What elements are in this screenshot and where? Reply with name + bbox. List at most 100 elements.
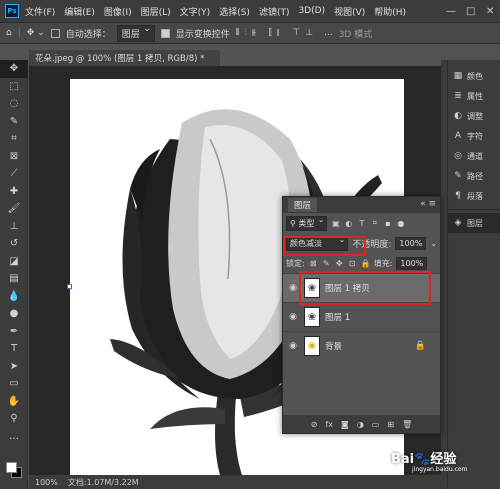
layers-footer: ⊘ fx ◙ ◑ ▭ ⊞ 🗑 [283, 415, 440, 433]
panel-properties[interactable]: ≣ 属性 [448, 86, 500, 106]
panel-separator [448, 209, 500, 210]
filter-kind-label: 类型 [298, 218, 315, 228]
menu-edit[interactable]: 编辑(E) [64, 5, 95, 18]
tool-bar: ✥ ⬚ ◌ ✎ ⌗ ⊠ ⟋ ✚ 🖌 ⊥ ↺ ◪ ▤ 💧 ● ✒ T ➤ ▭ ✋ … [0, 60, 28, 489]
lock-artboard-icon[interactable]: ⊡ [348, 259, 357, 268]
panel-adjust-label: 调整 [467, 111, 483, 121]
menu-view[interactable]: 视图(V) [334, 5, 365, 18]
lock-transparent-icon[interactable]: ⊠ [309, 259, 318, 268]
rectangle-tool-icon[interactable]: ▭ [0, 375, 28, 393]
frame-tool-icon[interactable]: ⊠ [0, 148, 28, 166]
adjustment-layer-icon[interactable]: ◑ [357, 420, 364, 429]
panel-character-label: 字符 [467, 131, 483, 141]
channels-icon: ◎ [454, 151, 462, 161]
move-tool-icon[interactable]: ✥ [0, 60, 28, 78]
lock-position-icon[interactable]: ✥ [335, 259, 344, 268]
brush-tool-icon[interactable]: 🖌 [0, 200, 28, 218]
layers-panel: 图层 « ≡ ⚲ 类型 ▣ ◐ T ⌗ ▪ ● 颜色减淡 不透明度: 100% … [282, 196, 441, 434]
type-filter-icon[interactable]: T [357, 219, 366, 228]
add-mask-icon[interactable]: ◙ [341, 420, 349, 429]
panel-layers[interactable]: ◈ 图层 [448, 213, 500, 233]
options-bar: ⌂ | ✥ ⌄ 自动选择： 图层 显示变换控件 ⫴⫶⫵ ⫿⫾ ⊤⊥ ... 3D… [0, 22, 500, 44]
menu-select[interactable]: 选择(S) [219, 5, 250, 18]
type-tool-icon[interactable]: T [0, 340, 28, 358]
smart-object-filter-icon[interactable]: ▪ [383, 219, 392, 228]
tab-layers[interactable]: 图层 [288, 198, 318, 212]
hand-tool-icon[interactable]: ✋ [0, 393, 28, 411]
lock-all-icon[interactable]: 🔒 [361, 259, 371, 268]
document-tab[interactable]: 花朵.jpeg @ 100% (图层 1 拷贝, RGB/8) * [29, 50, 220, 66]
crop-tool-icon[interactable]: ⌗ [0, 130, 28, 148]
link-layers-icon[interactable]: ⊘ [311, 420, 318, 429]
layer-lock-icon: 🔒 [414, 341, 426, 351]
auto-select-checkbox[interactable] [50, 28, 60, 38]
adjustment-filter-icon[interactable]: ◐ [344, 219, 353, 228]
visibility-eye-icon[interactable]: ◉ [287, 312, 299, 322]
quick-select-tool-icon[interactable]: ✎ [0, 113, 28, 131]
lock-image-icon[interactable]: ✎ [322, 259, 331, 268]
layer-row[interactable]: ◉ ❀ 图层 1 [283, 302, 440, 331]
align-icons[interactable]: ⫴⫶⫵ ⫿⫾ ⊤⊥ [236, 28, 318, 38]
panel-channels[interactable]: ◎ 通道 [448, 146, 500, 166]
filter-toggle-icon[interactable]: ● [396, 219, 405, 228]
new-layer-icon[interactable]: ⊞ [387, 420, 394, 429]
more-tools-icon[interactable]: … [0, 428, 28, 446]
healing-brush-tool-icon[interactable]: ✚ [0, 183, 28, 201]
blur-tool-icon[interactable]: 💧 [0, 288, 28, 306]
layer-style-icon[interactable]: fx [325, 420, 333, 429]
close-button[interactable]: ✕ [486, 0, 494, 22]
pixel-filter-icon[interactable]: ▣ [331, 219, 340, 228]
document-info[interactable]: 文档:1.07M/3.22M [68, 477, 139, 488]
path-select-tool-icon[interactable]: ➤ [0, 358, 28, 376]
gradient-tool-icon[interactable]: ▤ [0, 270, 28, 288]
zoom-tool-icon[interactable]: ⚲ [0, 410, 28, 428]
photoshop-logo-icon: Ps [5, 4, 19, 18]
layers-panel-header: 图层 « ≡ [283, 197, 440, 213]
show-transform-checkbox[interactable] [160, 28, 170, 38]
foreground-color-swatch[interactable] [6, 462, 17, 473]
paragraph-icon: ¶ [455, 191, 461, 201]
minimize-button[interactable]: — [446, 0, 456, 22]
menu-filter[interactable]: 滤镜(T) [259, 5, 290, 18]
fill-input[interactable]: 100% [396, 256, 428, 270]
layer-row[interactable]: ◉ ❀ 背景 🔒 [283, 331, 440, 360]
menu-file[interactable]: 文件(F) [25, 5, 55, 18]
maximize-button[interactable]: □ [466, 0, 475, 22]
marquee-tool-icon[interactable]: ⬚ [0, 78, 28, 96]
shape-filter-icon[interactable]: ⌗ [370, 218, 379, 228]
panel-paragraph[interactable]: ¶ 段落 [448, 186, 500, 206]
lasso-tool-icon[interactable]: ◌ [0, 95, 28, 113]
panel-paths[interactable]: ✎ 路径 [448, 166, 500, 186]
layer-copy-highlight [299, 271, 431, 305]
filter-kind-dropdown[interactable]: ⚲ 类型 [286, 215, 328, 231]
history-brush-tool-icon[interactable]: ↺ [0, 235, 28, 253]
menu-type[interactable]: 文字(Y) [180, 5, 211, 18]
opacity-slider-icon[interactable]: ⌄ [430, 239, 437, 248]
visibility-eye-icon[interactable]: ◉ [287, 283, 299, 293]
dodge-tool-icon[interactable]: ● [0, 305, 28, 323]
panel-color[interactable]: ▦ 颜色 [448, 66, 500, 86]
zoom-level[interactable]: 100% [35, 478, 58, 487]
move-tool-icon[interactable]: ✥ ⌄ [27, 28, 45, 38]
delete-layer-icon[interactable]: 🗑 [402, 420, 412, 429]
opacity-input[interactable]: 100% [395, 236, 427, 250]
menu-help[interactable]: 帮助(H) [374, 5, 406, 18]
menu-layer[interactable]: 图层(L) [141, 5, 171, 18]
pen-tool-icon[interactable]: ✒ [0, 323, 28, 341]
panel-adjust[interactable]: ◐ 调整 [448, 106, 500, 126]
panel-paragraph-label: 段落 [467, 191, 483, 201]
menu-3d[interactable]: 3D(D) [298, 6, 325, 16]
panel-menu-icon[interactable]: « ≡ [420, 199, 436, 209]
transform-handle[interactable] [67, 284, 72, 289]
eraser-tool-icon[interactable]: ◪ [0, 253, 28, 271]
home-icon[interactable]: ⌂ [6, 28, 12, 38]
more-button[interactable]: ... [324, 28, 333, 38]
clone-stamp-tool-icon[interactable]: ⊥ [0, 218, 28, 236]
eyedropper-tool-icon[interactable]: ⟋ [0, 165, 28, 183]
auto-select-target-dropdown[interactable]: 图层 [116, 24, 155, 42]
panel-character[interactable]: A 字符 [448, 126, 500, 146]
visibility-eye-icon[interactable]: ◉ [287, 341, 299, 351]
menu-image[interactable]: 图像(I) [104, 5, 132, 18]
layer-name: 图层 1 [325, 313, 351, 323]
group-icon[interactable]: ▭ [372, 420, 380, 429]
